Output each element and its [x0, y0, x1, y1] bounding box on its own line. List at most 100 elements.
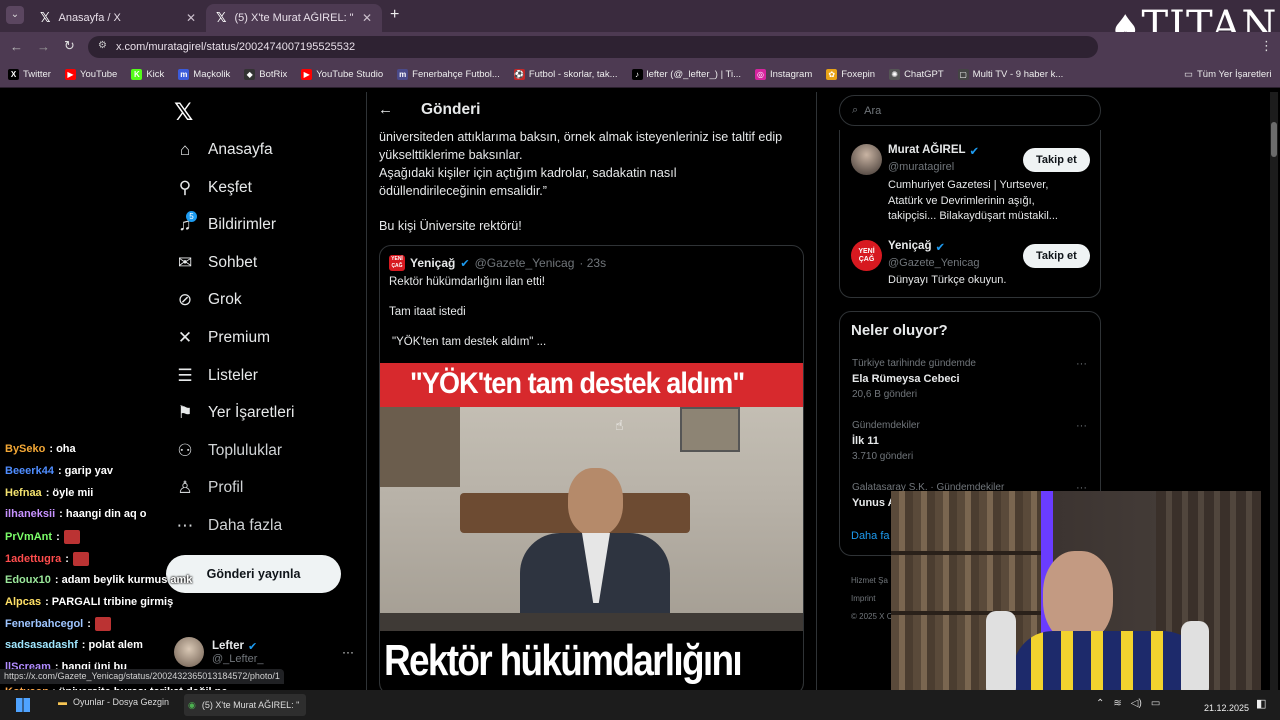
search-box[interactable]: ⌕ Ara — [839, 95, 1101, 126]
nav-item[interactable]: ♫ 5 Bildirimler — [176, 211, 276, 234]
close-icon[interactable]: ✕ — [186, 11, 196, 25]
follow-button[interactable]: Takip et — [1023, 148, 1090, 172]
trend-name: Ela Rümeysa Cebeci — [852, 373, 960, 385]
bookmark-item[interactable]: ▶ YouTube Studio — [301, 69, 383, 80]
nav-item[interactable]: ⚇ Topluluklar — [176, 440, 282, 460]
back-icon[interactable]: ← — [10, 39, 23, 54]
bookmark-item[interactable]: X Twitter — [8, 69, 51, 80]
more-icon: ⋯ — [176, 516, 194, 535]
wifi-icon[interactable]: ≋ — [1113, 698, 1121, 709]
chat-message: Alpcas : PARGALI tribine girmiş — [5, 596, 173, 608]
nav-item[interactable]: ⚲ Keşfet — [176, 178, 252, 197]
bookmark-icon: ▶ — [301, 69, 313, 80]
bookmark-item[interactable]: ⚽ Futbol - skorlar, tak... — [513, 69, 618, 80]
list-icon: ☰ — [177, 365, 193, 385]
folder-icon: ▭ — [1184, 69, 1193, 80]
chair — [986, 611, 1016, 698]
trend-name: İlk 11 — [852, 435, 879, 447]
bookmark-label: Kick — [146, 69, 165, 80]
browser-menu-icon[interactable]: ⋮ — [1260, 38, 1273, 54]
follow-button[interactable]: Takip et — [1023, 244, 1090, 268]
nav-item-label: Anasayfa — [208, 141, 273, 158]
bookmark-item[interactable]: ▢ Multi TV - 9 haber k... — [957, 69, 1063, 80]
nav-item[interactable]: ⚑ Yer İşaretleri — [176, 403, 294, 422]
tab-search-button[interactable]: ⌄ — [6, 6, 24, 24]
nav-item[interactable]: ⌂ Anasayfa — [176, 140, 273, 159]
x-logo-icon: 𝕏 — [216, 10, 227, 25]
tab-home[interactable]: 𝕏 Anasayfa / X ✕ — [30, 4, 206, 32]
forward-icon[interactable]: → — [37, 39, 50, 54]
post-button-label: Gönderi yayınla — [206, 567, 301, 581]
scrollbar[interactable] — [1270, 92, 1278, 690]
volume-icon[interactable]: ◁) — [1131, 698, 1142, 709]
bookmark-item[interactable]: ◆ BotRix — [244, 69, 287, 80]
footer-link[interactable]: Imprint — [851, 590, 892, 608]
verified-icon: ✔ — [969, 146, 980, 158]
bookmark-item[interactable]: K Kick — [131, 69, 164, 80]
scrollbar-thumb[interactable] — [1271, 122, 1277, 157]
bookmark-item[interactable]: ♪ lefter (@_lefter_) | Ti... — [631, 69, 741, 80]
new-tab-button[interactable]: + — [390, 6, 399, 24]
bookmark-item[interactable]: ▶ YouTube — [64, 69, 117, 80]
chat-message: sadsasadashf : polat alem — [5, 639, 143, 651]
nav-item[interactable]: ⋯ Daha fazla — [176, 516, 283, 535]
nav-item[interactable]: ✕ Premium — [176, 328, 270, 347]
back-button[interactable]: ← — [378, 101, 393, 118]
taskbar-app[interactable]: ◉ (5) X'te Murat AĞIREL: " — [184, 694, 306, 716]
close-icon[interactable]: ✕ — [362, 11, 372, 25]
search-input[interactable]: Ara — [864, 105, 881, 117]
show-more-link[interactable]: Daha fa — [851, 530, 890, 542]
bookmark-item[interactable]: m Maçkolik — [178, 69, 230, 80]
folder-icon: ▬ — [58, 697, 67, 707]
quoted-post[interactable]: YENİ ÇAĞ Yeniçağ ✔ @Gazete_Yenicag · 23s… — [379, 245, 804, 695]
bookmark-label: Maçkolik — [193, 69, 231, 80]
address-bar[interactable]: ⚙ x.com/muratagirel/status/2002474007195… — [88, 36, 1098, 58]
search-icon: ⌕ — [852, 104, 859, 116]
bookmark-item[interactable]: ✿ Foxepin — [826, 69, 875, 80]
chat-username: PrVmAnt — [5, 531, 53, 544]
battery-icon[interactable]: ▭ — [1151, 698, 1160, 709]
notification-icon[interactable]: ◧ — [1256, 697, 1266, 710]
streamer-jersey — [1013, 631, 1203, 698]
reload-icon[interactable]: ↻ — [64, 38, 75, 54]
taskbar-app[interactable]: ▬ Oyunlar - Dosya Gezgin — [58, 697, 169, 707]
trend-item[interactable]: Türkiye tarihinde gündemde Ela Rümeysa Ce… — [840, 356, 1100, 412]
x-home-logo[interactable]: 𝕏 — [174, 98, 193, 127]
nav-item[interactable]: ✉ Sohbet — [176, 253, 257, 272]
quote-text-line: Tam itaat istedi — [389, 306, 466, 318]
wall-painting — [380, 407, 460, 487]
trend-context: Gündemdekiler — [852, 420, 920, 431]
trend-item[interactable]: Gündemdekiler İlk 11 3.710 gönderi ··· — [840, 418, 1100, 474]
bookmark-label: ChatGPT — [904, 69, 944, 80]
bookmark-icon: ⚽ — [513, 69, 525, 80]
chat-username: Beeerk44 — [5, 464, 54, 477]
bookmark-icon: m — [397, 69, 409, 80]
footer-link[interactable]: Hizmet Şa — [851, 572, 892, 590]
quote-author-handle: @Gazete_Yenicag — [474, 256, 575, 270]
bookmark-item[interactable]: ✺ ChatGPT — [889, 69, 944, 80]
bookmark-item[interactable]: m Fenerbahçe Futbol... — [397, 69, 500, 80]
site-info-icon[interactable]: ⚙ — [98, 40, 107, 51]
nav-item[interactable]: ☰ Listeler — [176, 365, 258, 385]
image-banner-text: "YÖK'ten tam destek aldım" — [410, 367, 745, 400]
more-dots-icon[interactable]: ··· — [1076, 358, 1087, 370]
windows-start-icon[interactable] — [16, 698, 30, 712]
more-dots-icon[interactable]: ··· — [342, 645, 354, 659]
tab-post[interactable]: 𝕏 (5) X'te Murat AĞIREL: ""Bana s ✕ — [206, 4, 382, 32]
account-switcher[interactable]: Lefter ✔ @_Lefter_ ··· — [174, 634, 354, 670]
people-icon: ⚇ — [177, 440, 193, 460]
more-dots-icon[interactable]: ··· — [1076, 420, 1087, 432]
chat-message: PrVmAnt : — [5, 530, 80, 545]
grok-icon: ⊘ — [177, 290, 193, 310]
avatar-text: YENİ ÇAĞ — [858, 248, 875, 263]
suggestion-name: Murat AĞIREL — [888, 144, 966, 156]
nav-item[interactable]: ♙ Profil — [176, 478, 243, 497]
nav-item[interactable]: ⊘ Grok — [176, 290, 242, 310]
bookmark-item[interactable]: ◎ Instagram — [755, 69, 812, 80]
tray-icons[interactable]: ⌃ ≋ ◁) ▭ — [1096, 698, 1160, 709]
emote-icon — [63, 530, 80, 545]
quote-image[interactable]: "YÖK'ten tam destek aldım" Rektör hükümd… — [380, 363, 803, 694]
chevron-up-icon[interactable]: ⌃ — [1096, 698, 1104, 709]
nav-item-label: Daha fazla — [208, 517, 283, 534]
all-bookmarks[interactable]: ▭ Tüm Yer İşaretleri — [1184, 69, 1271, 80]
